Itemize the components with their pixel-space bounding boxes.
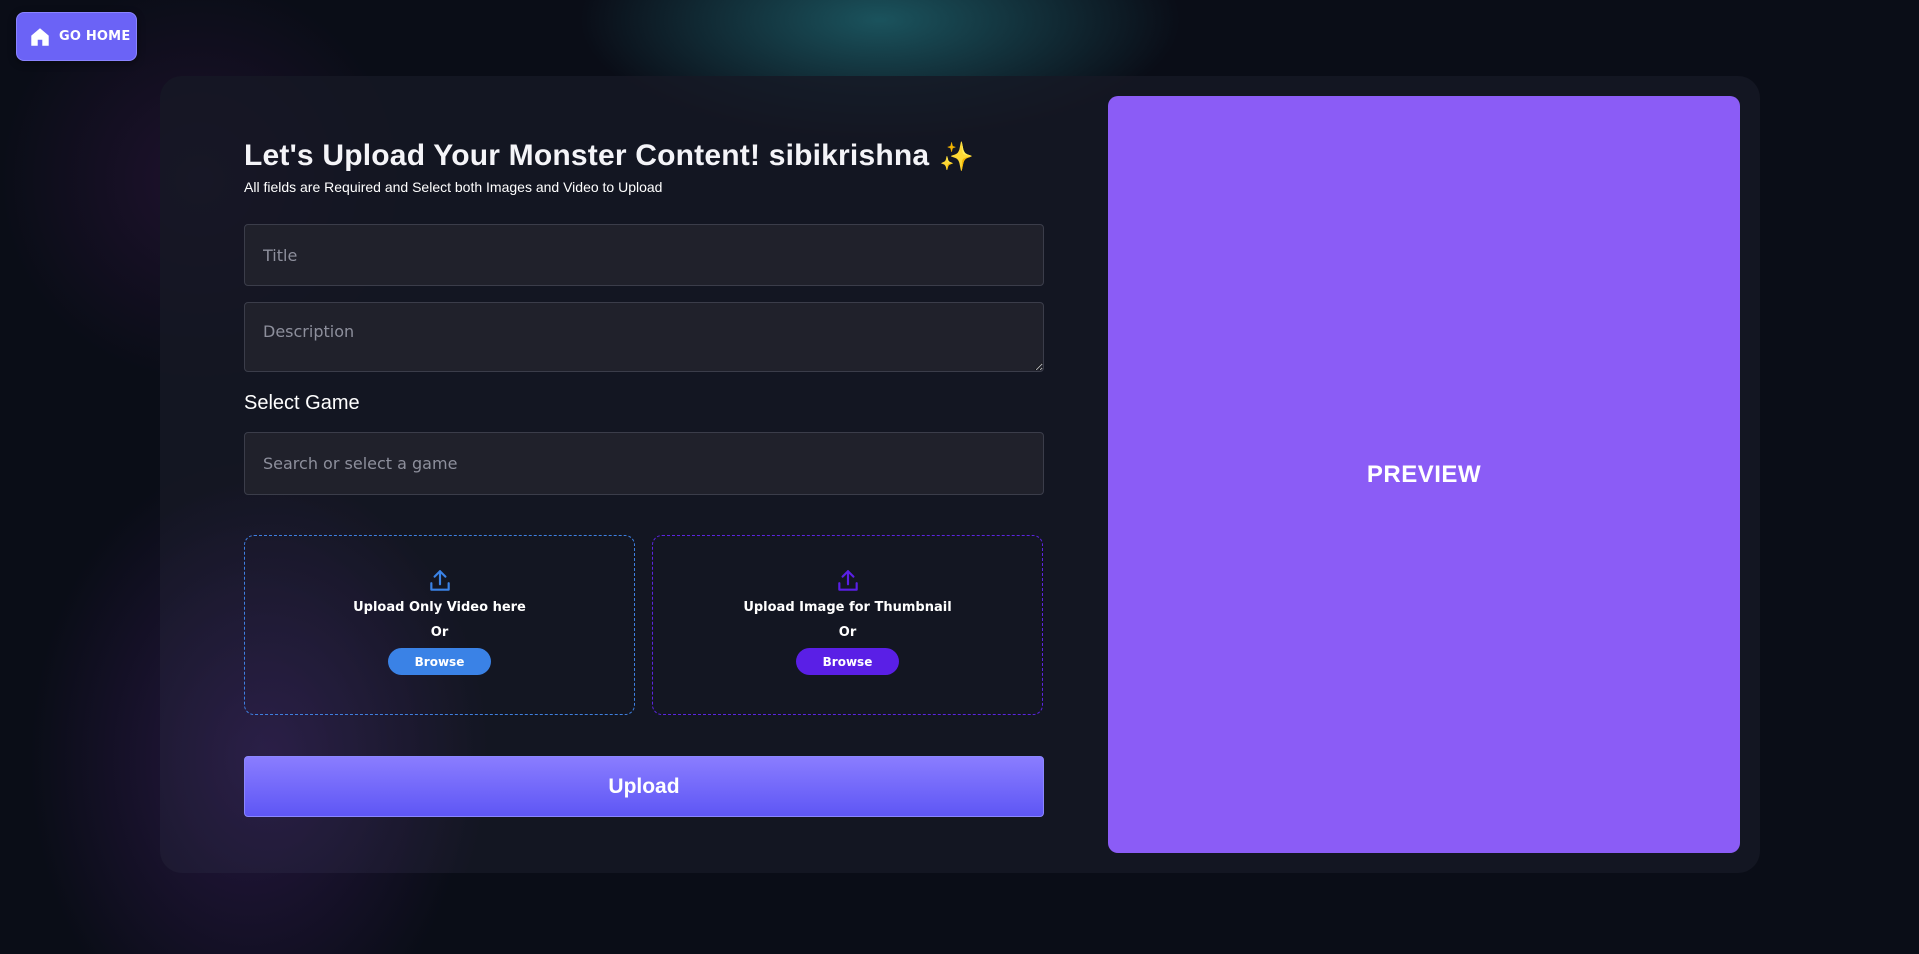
upload-button[interactable]: Upload xyxy=(244,756,1044,817)
description-textarea[interactable] xyxy=(244,302,1044,372)
upload-icon xyxy=(837,570,858,591)
preview-panel: PREVIEW xyxy=(1108,96,1740,853)
video-dropzone[interactable]: Upload Only Video here Or Browse xyxy=(244,535,635,715)
thumbnail-dropzone-label: Upload Image for Thumbnail xyxy=(743,600,952,615)
select-game-label: Select Game xyxy=(244,392,360,414)
upload-icon xyxy=(429,570,450,591)
sparkle-icon: ✨ xyxy=(939,140,975,172)
thumbnail-dropzone[interactable]: Upload Image for Thumbnail Or Browse xyxy=(652,535,1043,715)
browse-video-button[interactable]: Browse xyxy=(388,648,491,675)
title-input[interactable] xyxy=(244,224,1044,286)
game-search-input[interactable] xyxy=(244,432,1044,495)
browse-thumbnail-button[interactable]: Browse xyxy=(796,648,899,675)
go-home-button[interactable]: GO HOME xyxy=(16,12,137,61)
go-home-label: GO HOME xyxy=(59,29,131,44)
preview-label: PREVIEW xyxy=(1366,460,1482,488)
page: GO HOME Let's Upload Your Monster Conten… xyxy=(0,0,1919,954)
form-instructions: All fields are Required and Select both … xyxy=(244,179,663,195)
video-or-label: Or xyxy=(430,625,449,640)
page-title: Let's Upload Your Monster Content! sibik… xyxy=(244,136,1044,176)
form-header: Let's Upload Your Monster Content! sibik… xyxy=(244,136,1044,195)
thumbnail-or-label: Or xyxy=(838,625,857,640)
video-dropzone-label: Upload Only Video here xyxy=(353,600,526,615)
home-icon xyxy=(31,27,49,46)
page-title-text: Let's Upload Your Monster Content! sibik… xyxy=(244,139,930,172)
